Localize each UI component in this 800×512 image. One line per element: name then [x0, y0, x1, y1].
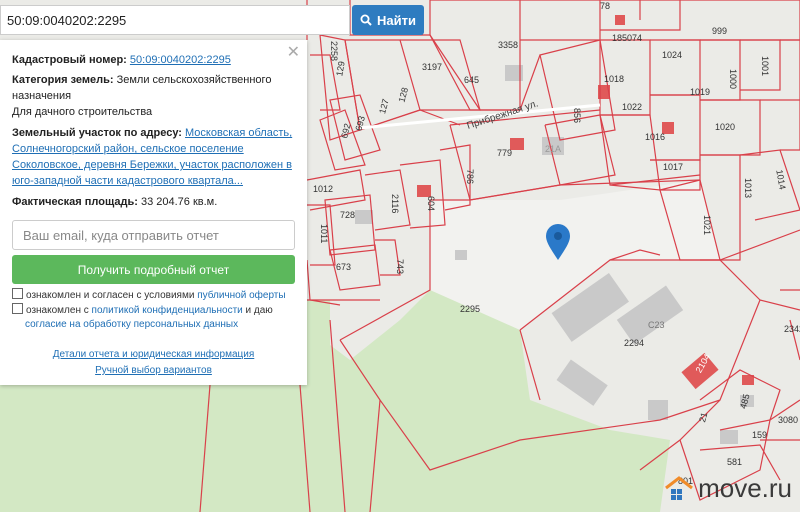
email-field[interactable] — [12, 220, 295, 250]
parcel-label: 159 — [752, 430, 767, 440]
parcel-label: 786 — [465, 169, 475, 184]
area-value: 33 204.76 кв.м. — [140, 196, 218, 208]
house-logo-icon — [665, 475, 693, 500]
details-link-row: Детали отчета и юридическая информация — [0, 349, 307, 360]
parcel-label: 779 — [497, 148, 512, 158]
parcel-label: 2294 — [624, 338, 644, 348]
parcel-label: 78 — [600, 1, 610, 11]
land-category-row: Категория земель: Земли сельскохозяйстве… — [12, 72, 294, 120]
search-input[interactable]: 50:09:0040202:2295 — [0, 5, 350, 35]
address-link[interactable]: Московская область, — [185, 127, 292, 139]
consent-text: и даю — [245, 305, 273, 316]
address-row: Земельный участок по адресу: Московская … — [12, 125, 294, 189]
parcel-label: 1011 — [319, 224, 329, 243]
cadastral-number-row: Кадастровый номер: 50:09:0040202:2295 — [12, 52, 294, 68]
parcel-label: 2116 — [390, 194, 400, 213]
parcel-label: 3197 — [422, 62, 442, 72]
address-link[interactable]: Соколовское, деревня Бережки, участок ра… — [12, 159, 292, 171]
parcel-label: 1022 — [622, 102, 642, 112]
offer-consent-checkbox[interactable] — [12, 288, 23, 299]
area-label: Фактическая площадь: — [12, 196, 138, 208]
public-offer-link[interactable]: публичной оферты — [197, 290, 285, 301]
area-row: Фактическая площадь: 33 204.76 кв.м. — [12, 194, 294, 210]
address-link[interactable]: Солнечногорский район, сельское поселени… — [12, 143, 244, 155]
search-icon — [360, 14, 372, 26]
parcel-label: 1021 — [702, 215, 712, 235]
get-report-button[interactable]: Получить подробный отчет — [12, 255, 295, 284]
forest-area — [0, 385, 307, 512]
parcel-label: 999 — [712, 26, 727, 36]
parcel-label: 1024 — [662, 50, 682, 60]
category-value: Земли сельскохозяйственного — [116, 74, 272, 86]
parcel-label: 1012 — [313, 184, 333, 194]
parcel-label: 1019 — [690, 87, 710, 97]
parcel-label: 604 — [426, 196, 436, 211]
parcel-label: 856 — [572, 108, 582, 123]
privacy-consent-checkbox[interactable] — [12, 303, 23, 314]
parcel-label: 1013 — [743, 178, 753, 198]
details-link[interactable]: Детали отчета и юридическая информация — [53, 349, 255, 360]
privacy-consent-checkbox-row: ознакомлен с политикой конфиденциальност… — [12, 303, 302, 332]
parcel-label: 743 — [395, 259, 405, 274]
parcel-label: 1017 — [663, 162, 683, 172]
parcel-label: С23 — [648, 320, 665, 330]
manual-link-row: Ручной выбор вариантов — [0, 365, 307, 376]
cadastral-label: Кадастровый номер: — [12, 54, 127, 66]
parcel-label: 1018 — [604, 74, 624, 84]
parcel-label: 2258 — [329, 41, 339, 61]
parcel-label: 2342 — [784, 324, 800, 334]
consent-text: ознакомлен и согласен с условиями — [26, 290, 195, 301]
parcel-label: 673 — [336, 262, 351, 272]
parcel-label: 185074 — [612, 33, 642, 43]
search-button[interactable]: Найти — [352, 5, 424, 35]
personal-data-consent-link[interactable]: согласие на обработку персональных данны… — [25, 319, 238, 330]
parcel-label: 3080 — [778, 415, 798, 425]
parcel-label: 1016 — [645, 132, 665, 142]
privacy-policy-link[interactable]: политикой конфиденциальности — [92, 305, 243, 316]
forest-area — [307, 300, 330, 512]
parcel-label: 1020 — [715, 122, 735, 132]
brand-logo[interactable]: move.ru — [664, 473, 792, 504]
address-label: Земельный участок по адресу: — [12, 127, 182, 139]
category-usage: Для дачного строительства — [12, 106, 153, 118]
parcel-label: 1001 — [760, 56, 770, 76]
address-link[interactable]: юго-западной части кадастрового квартала… — [12, 175, 243, 187]
category-label: Категория земель: — [12, 74, 114, 86]
parcel-label: 3358 — [498, 40, 518, 50]
parcel-label: 1000 — [728, 69, 738, 89]
cadastral-number-link[interactable]: 50:09:0040202:2295 — [130, 54, 231, 66]
search-button-label: Найти — [377, 12, 416, 28]
consent-text: ознакомлен с — [26, 305, 89, 316]
parcel-label: 581 — [727, 457, 742, 467]
parcel-label: 728 — [340, 210, 355, 220]
parcel-label: 21А — [545, 144, 561, 154]
parcel-label: 2295 — [460, 304, 480, 314]
offer-consent-checkbox-row: ознакомлен и согласен с условиями публич… — [12, 288, 302, 303]
parcel-info-panel: ✕ Кадастровый номер: 50:09:0040202:2295 … — [0, 40, 307, 385]
manual-selection-link[interactable]: Ручной выбор вариантов — [95, 365, 212, 376]
category-value: назначения — [12, 90, 72, 102]
logo-text: move.ru — [698, 473, 792, 503]
parcel-label: 645 — [464, 75, 479, 85]
